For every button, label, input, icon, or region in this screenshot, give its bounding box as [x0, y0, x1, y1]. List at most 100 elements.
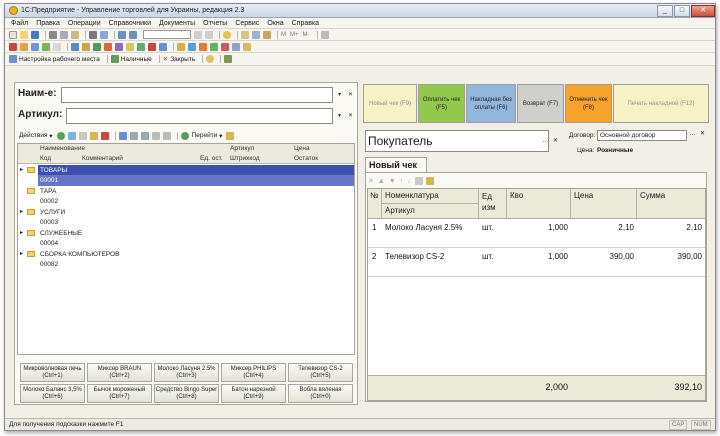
tree-row[interactable]: ▸ СЛУЖЕБНЫЕ 00004: [18, 228, 350, 249]
close-form-button[interactable]: ✕ Закрыть: [163, 55, 196, 64]
close-window-button[interactable]: ✕: [691, 4, 715, 17]
tree-row[interactable]: ТАРА 00002: [18, 186, 350, 207]
refresh-icon[interactable]: [180, 131, 189, 140]
quick-button-4[interactable]: Миксер PHILIPS (Ctrl+4): [221, 363, 286, 382]
order-icon[interactable]: [71, 42, 79, 51]
col-code[interactable]: Код: [40, 155, 51, 162]
invoice-icon[interactable]: [82, 42, 90, 51]
calendar-icon[interactable]: [241, 30, 249, 39]
buyer-clear-icon[interactable]: ✕: [551, 134, 560, 148]
article-input[interactable]: [66, 108, 333, 124]
print-receipt-icon[interactable]: [425, 177, 434, 185]
buyer-select-icon[interactable]: …: [541, 134, 550, 148]
print-invoice-button[interactable]: Печать накладной (F12): [613, 84, 709, 123]
contractors-icon[interactable]: [53, 42, 61, 51]
tree-row[interactable]: ▸ УСЛУГИ 00003: [18, 207, 350, 228]
tools-icon[interactable]: [320, 30, 329, 39]
name-input[interactable]: [61, 87, 333, 103]
redo-icon[interactable]: [129, 30, 137, 39]
select-icon[interactable]: [414, 177, 423, 185]
cut-icon[interactable]: [49, 30, 57, 39]
save-icon[interactable]: [31, 30, 39, 39]
quick-button-8[interactable]: Средство Bingo Super (Ctrl+8): [154, 384, 219, 403]
col-comment[interactable]: Комментарий: [82, 155, 123, 162]
cash-button[interactable]: Наличные: [110, 55, 152, 63]
col-num[interactable]: №: [368, 189, 382, 219]
filter-icon[interactable]: [151, 131, 160, 140]
calculator-icon[interactable]: [224, 55, 233, 63]
return-icon[interactable]: [115, 42, 123, 51]
quick-button-5[interactable]: Телевизор CS-2 (Ctrl+5): [288, 363, 353, 382]
name-clear-icon[interactable]: ✕: [346, 88, 355, 102]
add-group-icon[interactable]: [67, 131, 76, 140]
memory-plus-button[interactable]: M+: [290, 32, 299, 38]
expand-icon[interactable]: ▸: [20, 250, 23, 257]
documents-icon[interactable]: [20, 42, 28, 51]
expand-icon[interactable]: ▸: [20, 229, 23, 236]
quick-button-3[interactable]: Молоко Ласуня 2.5% (Ctrl+3): [154, 363, 219, 382]
help-icon[interactable]: [223, 30, 231, 39]
cash-out-icon[interactable]: [137, 42, 145, 51]
receipt-icon[interactable]: [93, 42, 101, 51]
report-icon[interactable]: [177, 42, 185, 51]
delete-row-icon[interactable]: ✕: [368, 177, 374, 185]
return-button[interactable]: Возврат (F7): [517, 84, 564, 123]
name-dropdown-icon[interactable]: ▾: [335, 88, 344, 102]
goto-menu[interactable]: Перейти ▾: [192, 132, 223, 140]
analysis-icon[interactable]: [188, 42, 196, 51]
col-article[interactable]: Артикул: [230, 145, 254, 152]
delete-icon[interactable]: [100, 131, 109, 140]
bank-icon[interactable]: [148, 42, 156, 51]
sale-icon[interactable]: [104, 42, 112, 51]
menu-help[interactable]: Справка: [292, 20, 319, 27]
hierarchy-icon[interactable]: [118, 131, 127, 140]
preview-icon[interactable]: [100, 30, 108, 39]
menu-operations[interactable]: Операции: [68, 20, 101, 27]
col-unit[interactable]: Ед. ост.: [200, 155, 223, 162]
sort-desc-icon[interactable]: ↓: [407, 178, 411, 185]
actions-menu[interactable]: Действия ▾: [19, 132, 53, 140]
chart-icon[interactable]: [199, 42, 207, 51]
new-document-icon[interactable]: [9, 30, 17, 39]
workplace-settings-button[interactable]: Настройка рабочего места: [9, 55, 100, 63]
level-down-icon[interactable]: [140, 131, 149, 140]
quick-button-7[interactable]: Бычок мороженый (Ctrl+7): [87, 384, 152, 403]
find-next-icon[interactable]: [205, 30, 213, 39]
debt-icon[interactable]: [221, 42, 229, 51]
col-name[interactable]: Наименование: [40, 145, 85, 152]
quick-button-0[interactable]: Вобла вяленая (Ctrl+0): [288, 384, 353, 403]
tree-row[interactable]: ▸ ТОВАРЫ 00001: [18, 165, 354, 186]
col-unit[interactable]: Ед изм: [479, 189, 507, 219]
notes-icon[interactable]: [263, 30, 271, 39]
menu-file[interactable]: Файл: [11, 20, 28, 27]
invoice-no-payment-button[interactable]: Накладная без оплаты (F6): [466, 84, 516, 123]
buyer-field[interactable]: Покупатель: [365, 130, 549, 152]
contract-input[interactable]: Основной договор: [597, 130, 687, 141]
stock-icon[interactable]: [210, 42, 218, 51]
paste-icon[interactable]: [71, 30, 79, 39]
col-article[interactable]: Артикул: [382, 204, 479, 219]
article-dropdown-icon[interactable]: ▾: [335, 109, 344, 123]
table-row[interactable]: 1 Молоко Ласуня 2.5% шт. 1,000 2,10 2,10: [368, 219, 705, 248]
menu-windows[interactable]: Окна: [267, 20, 283, 27]
search-combo[interactable]: [143, 30, 191, 39]
tree-row[interactable]: ▸ СБОРКА КОМПЬЮТЕРОВ 00082: [18, 249, 350, 270]
goods-icon[interactable]: [42, 42, 50, 51]
minimize-button[interactable]: _: [657, 4, 673, 17]
sort-asc-icon[interactable]: ↑: [400, 178, 404, 185]
article-clear-icon[interactable]: ✕: [346, 109, 355, 123]
quick-button-1[interactable]: Микроволновая печь (Ctrl+1): [20, 363, 85, 382]
cancel-receipt-button[interactable]: Отменить чек (F8): [565, 84, 612, 123]
maximize-button[interactable]: □: [674, 4, 690, 17]
new-receipt-button[interactable]: Новый чек (F9): [363, 84, 417, 123]
menu-documents[interactable]: Документы: [159, 20, 195, 27]
stop-icon[interactable]: [9, 42, 17, 51]
journal-icon[interactable]: [31, 42, 39, 51]
tab-new-receipt[interactable]: Новый чек: [365, 157, 427, 172]
cash-in-icon[interactable]: [126, 42, 134, 51]
help-icon[interactable]: [206, 55, 215, 63]
transfer-icon[interactable]: [159, 42, 167, 51]
expand-icon[interactable]: ▸: [20, 208, 23, 215]
menu-catalogs[interactable]: Справочники: [109, 20, 151, 27]
col-nomenclature[interactable]: Номенклатура: [382, 189, 479, 204]
